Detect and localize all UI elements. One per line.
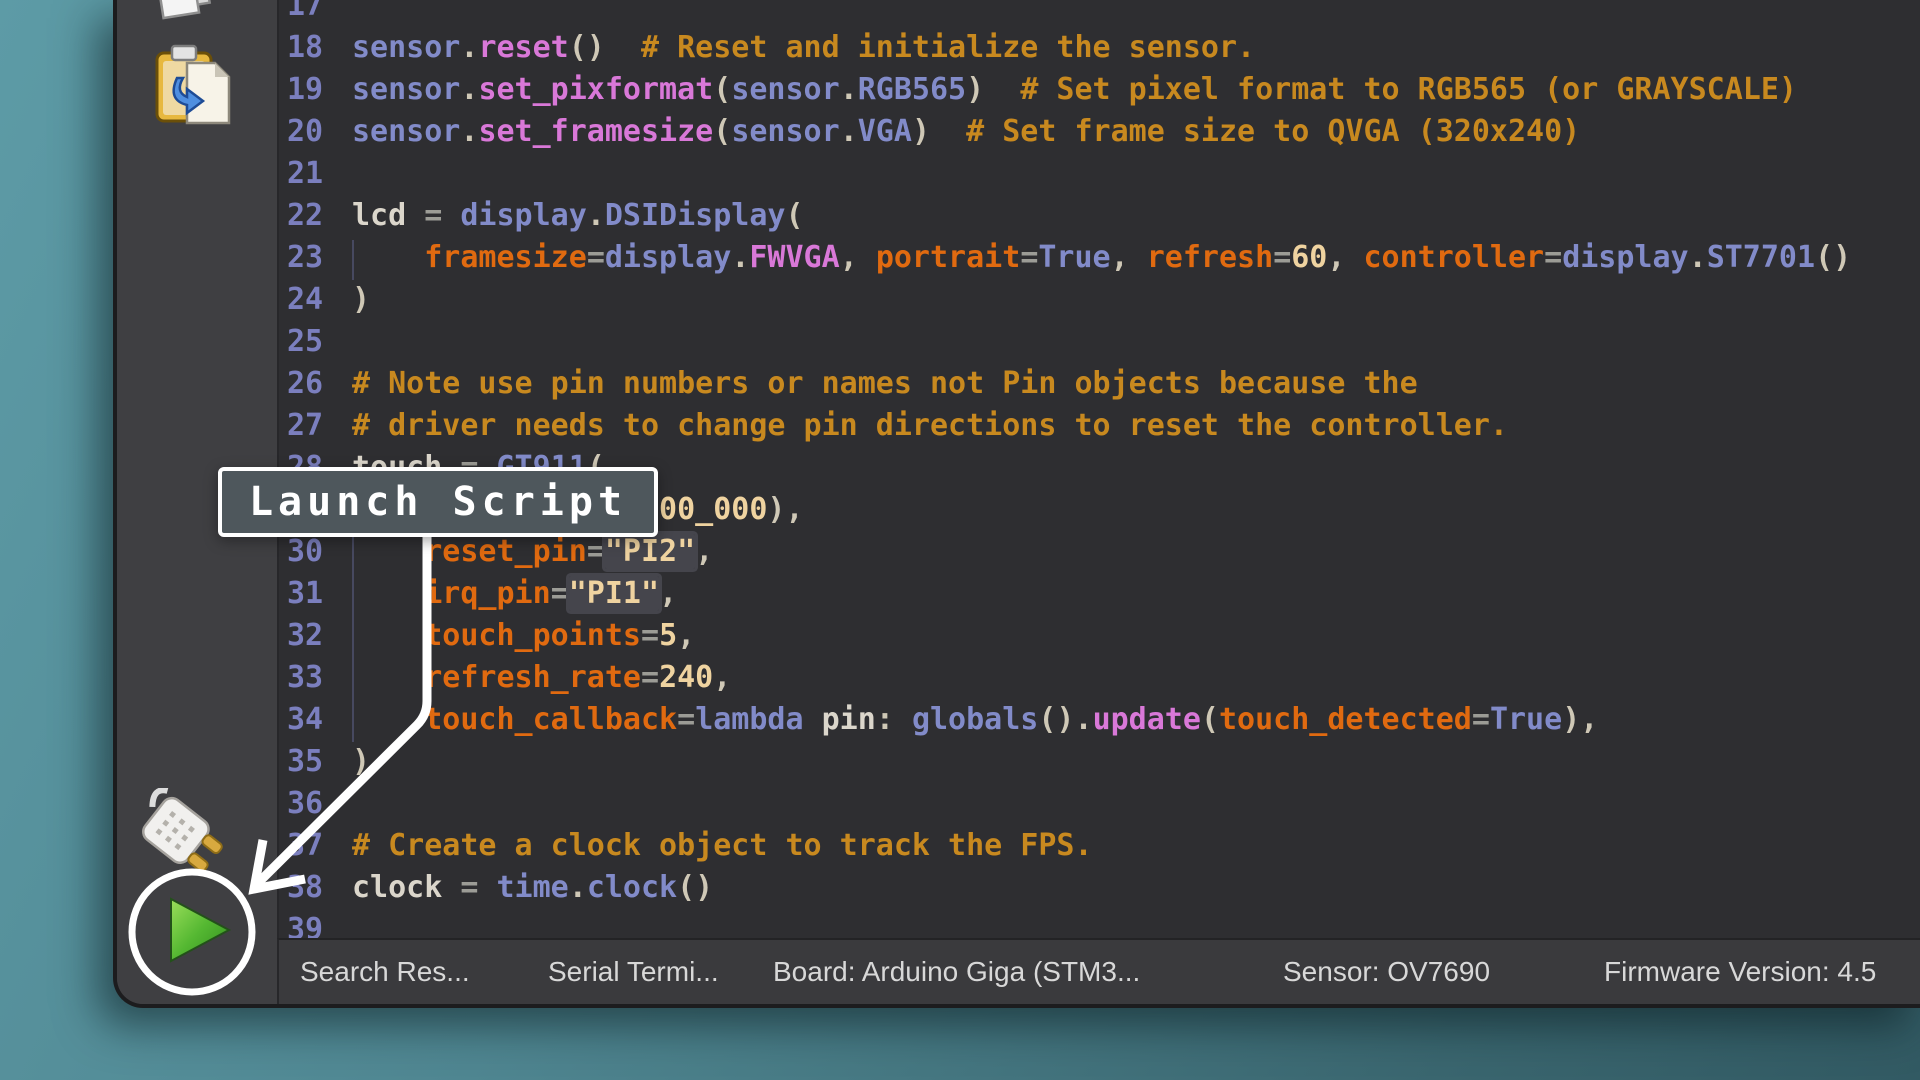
tab-search-results[interactable]: Search Res...	[300, 956, 470, 988]
code-text: clock = time.clock()	[352, 870, 713, 905]
status-board: Board: Arduino Giga (STM3...	[773, 956, 1140, 988]
code-line-37[interactable]: 37 # Create a clock object to track the F…	[287, 825, 1093, 867]
code-line-38[interactable]: 38 clock = time.clock()	[287, 867, 713, 909]
copy-icon	[155, 0, 221, 32]
launch-script-tooltip: Launch Script	[218, 467, 658, 537]
code-line-35[interactable]: 35)	[287, 741, 370, 783]
line-number: 34	[287, 699, 323, 741]
code-text: )	[352, 282, 370, 317]
code-text: # driver needs to change pin directions …	[352, 408, 1508, 443]
code-line-19[interactable]: 19 sensor.set_pixformat(sensor.RGB565) # …	[287, 69, 1797, 111]
code-line-30[interactable]: 30 reset_pin="PI2",	[287, 531, 713, 573]
line-number: 27	[287, 405, 323, 447]
code-text: reset_pin="PI2",	[352, 534, 713, 569]
line-number: 26	[287, 363, 323, 405]
code-line-21[interactable]: 21	[287, 153, 352, 195]
code-line-26[interactable]: 26 # Note use pin numbers or names not Pi…	[287, 363, 1418, 405]
code-text: sensor.reset() # Reset and initialize th…	[352, 30, 1255, 65]
line-number: 38	[287, 867, 323, 909]
line-number: 35	[287, 741, 323, 783]
line-number: 19	[287, 69, 323, 111]
code-text: touch_callback=lambda pin: globals().upd…	[352, 702, 1598, 737]
line-number: 23	[287, 237, 323, 279]
line-number: 32	[287, 615, 323, 657]
connect-button[interactable]	[135, 788, 245, 902]
line-number: 24	[287, 279, 323, 321]
code-line-36[interactable]: 36	[287, 783, 352, 825]
line-number: 25	[287, 321, 323, 363]
code-line-25[interactable]: 25	[287, 321, 352, 363]
paste-button[interactable]	[153, 44, 237, 132]
code-line-32[interactable]: 32 touch_points=5,	[287, 615, 695, 657]
tooltip-label: Launch Script	[249, 479, 627, 525]
code-text: framesize=display.FWVGA, portrait=True, …	[352, 240, 1851, 275]
play-icon	[167, 897, 233, 963]
line-number: 18	[287, 27, 323, 69]
line-number: 30	[287, 531, 323, 573]
line-number: 20	[287, 111, 323, 153]
code-line-17[interactable]: 17	[287, 0, 352, 27]
start-script-button[interactable]	[167, 897, 233, 967]
code-text: sensor.set_framesize(sensor.VGA) # Set f…	[352, 114, 1580, 149]
code-text: refresh_rate=240,	[352, 660, 731, 695]
code-text: lcd = display.DSIDisplay(	[352, 198, 804, 233]
status-sensor: Sensor: OV7690	[1283, 956, 1490, 988]
line-number: 17	[287, 0, 323, 27]
code-text: sensor.set_pixformat(sensor.RGB565) # Se…	[352, 72, 1797, 107]
paste-icon	[153, 44, 237, 128]
code-line-23[interactable]: 23 framesize=display.FWVGA, portrait=Tru…	[287, 237, 1851, 279]
code-text: # Create a clock object to track the FPS…	[352, 828, 1093, 863]
line-number: 22	[287, 195, 323, 237]
code-line-27[interactable]: 27 # driver needs to change pin direction…	[287, 405, 1508, 447]
code-text: )	[352, 744, 370, 779]
code-line-20[interactable]: 20 sensor.set_framesize(sensor.VGA) # Set…	[287, 111, 1580, 153]
code-line-18[interactable]: 18 sensor.reset() # Reset and initialize …	[287, 27, 1255, 69]
line-number: 33	[287, 657, 323, 699]
line-number: 36	[287, 783, 323, 825]
line-number: 31	[287, 573, 323, 615]
line-number: 37	[287, 825, 323, 867]
code-text: touch_points=5,	[352, 618, 695, 653]
code-line-24[interactable]: 24)	[287, 279, 370, 321]
code-line-31[interactable]: 31 irq_pin="PI1",	[287, 573, 677, 615]
code-line-34[interactable]: 34 touch_callback=lambda pin: globals().…	[287, 699, 1598, 741]
desktop-background: 1718 sensor.reset() # Reset and initializ…	[0, 0, 1920, 1080]
plug-icon	[135, 788, 245, 898]
status-bar: Search Res... Serial Termi... Board: Ardui…	[277, 938, 1920, 1004]
line-number: 21	[287, 153, 323, 195]
code-line-33[interactable]: 33 refresh_rate=240,	[287, 657, 731, 699]
copy-button[interactable]	[155, 0, 221, 36]
tab-serial-terminal[interactable]: Serial Termi...	[548, 956, 719, 988]
status-firmware: Firmware Version: 4.5	[1604, 956, 1876, 988]
code-text: irq_pin="PI1",	[352, 576, 677, 611]
code-text: # Note use pin numbers or names not Pin …	[352, 366, 1418, 401]
code-line-22[interactable]: 22 lcd = display.DSIDisplay(	[287, 195, 804, 237]
